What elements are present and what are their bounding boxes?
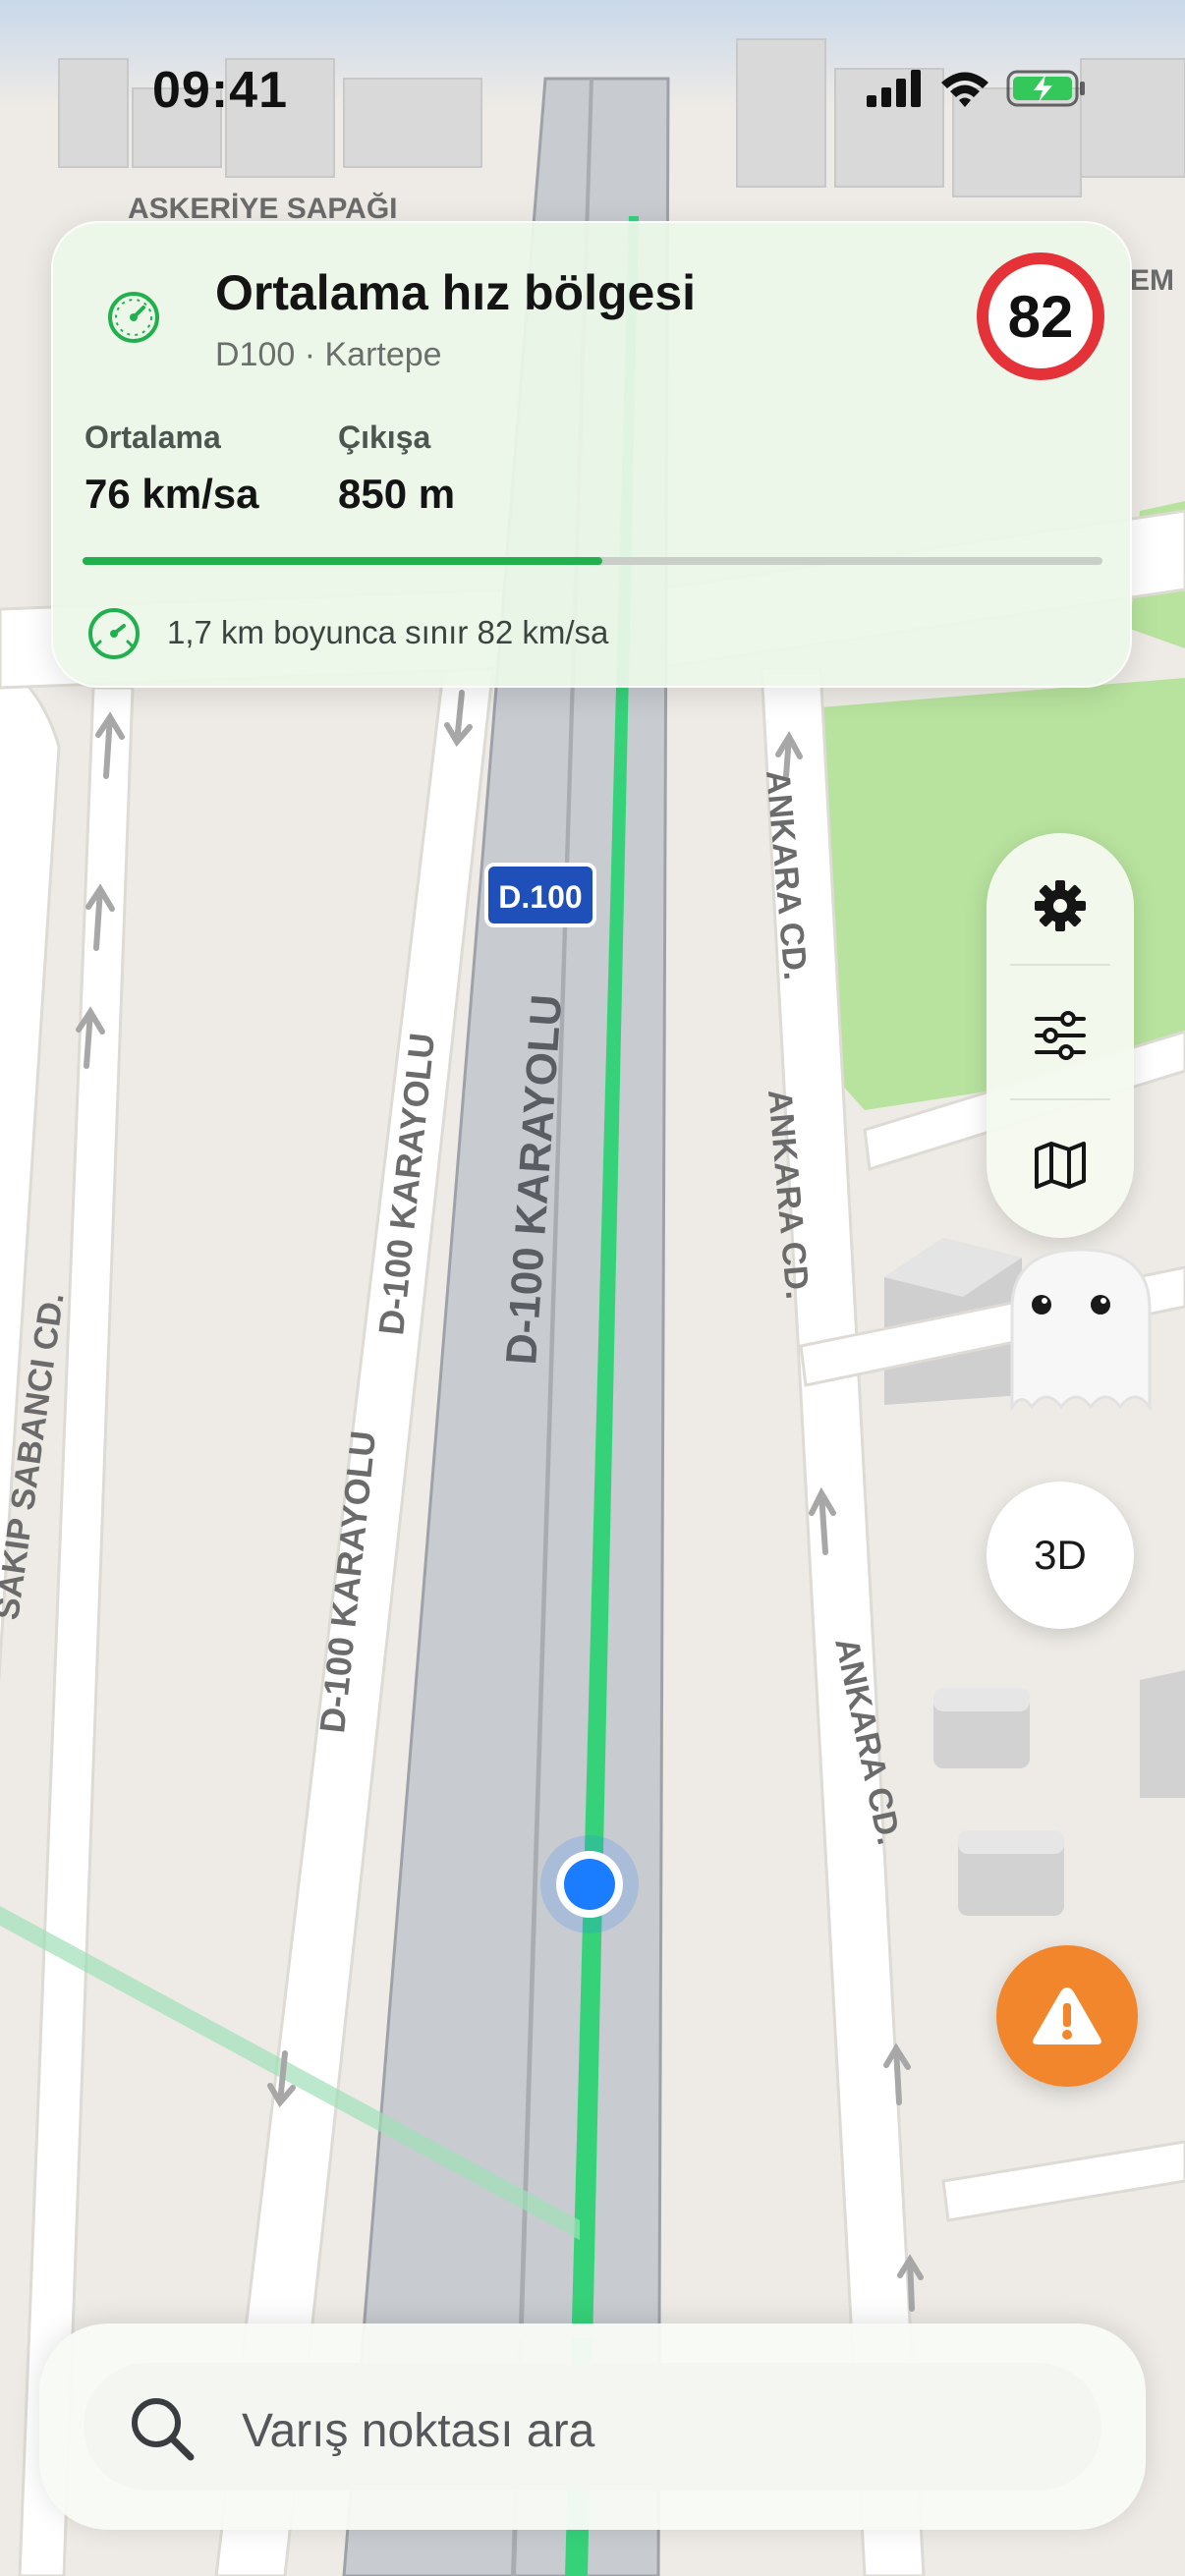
zone-progress-fill <box>83 557 603 565</box>
status-bar: 09:41 <box>0 0 1185 187</box>
label-junction: ASKERİYE SAPAĞI <box>128 192 398 225</box>
gear-icon <box>1035 880 1086 931</box>
control-divider <box>1010 1098 1110 1100</box>
zone-limit-text: 1,7 km boyunca sınır 82 km/sa <box>167 614 609 650</box>
map-icon <box>1035 1142 1086 1189</box>
control-divider <box>1010 964 1110 966</box>
current-location-dot <box>540 1835 639 1933</box>
exit-distance-label: Çıkışa <box>338 420 431 455</box>
status-time: 09:41 <box>152 62 288 119</box>
average-speed-value: 76 km/sa <box>85 471 259 517</box>
destination-search-sheet: Varış noktası ara <box>39 2324 1146 2530</box>
zone-progress-bar <box>83 557 1102 565</box>
zone-subtitle: D100 · Kartepe <box>215 336 442 373</box>
map-controls <box>987 833 1134 1238</box>
speed-limit-sign: 82 <box>977 252 1104 380</box>
warning-icon <box>1033 1988 1101 2044</box>
wifi-icon <box>941 72 988 107</box>
status-icons <box>867 69 1087 108</box>
filters-button[interactable] <box>1021 996 1100 1075</box>
route-shield-d100: D.100 <box>484 863 596 927</box>
ghost-mascot-icon[interactable] <box>992 1240 1169 1417</box>
map-layers-button[interactable] <box>1021 1126 1100 1204</box>
exit-distance-value: 850 m <box>338 471 456 517</box>
cellular-signal-icon <box>867 70 921 107</box>
sliders-icon <box>1035 1011 1086 1060</box>
report-hazard-button[interactable] <box>996 1945 1138 2087</box>
average-speed-zone-card[interactable]: Ortalama hız bölgesi D100 · Kartepe 82 O… <box>51 221 1132 688</box>
search-placeholder[interactable]: Varış noktası ara <box>242 2404 594 2458</box>
battery-charging-icon <box>1006 70 1085 107</box>
zone-title: Ortalama hız bölgesi <box>215 265 697 320</box>
svg-text:D.100: D.100 <box>498 879 582 915</box>
view-3d-toggle-button[interactable]: 3D <box>987 1482 1134 1629</box>
settings-button[interactable] <box>1021 867 1100 945</box>
speedometer-icon <box>108 292 159 343</box>
average-speed-label: Ortalama <box>85 420 221 455</box>
search-icon <box>132 2398 195 2461</box>
speed-limit-timer-icon <box>88 608 140 659</box>
label-top-right: EM <box>1130 264 1174 297</box>
